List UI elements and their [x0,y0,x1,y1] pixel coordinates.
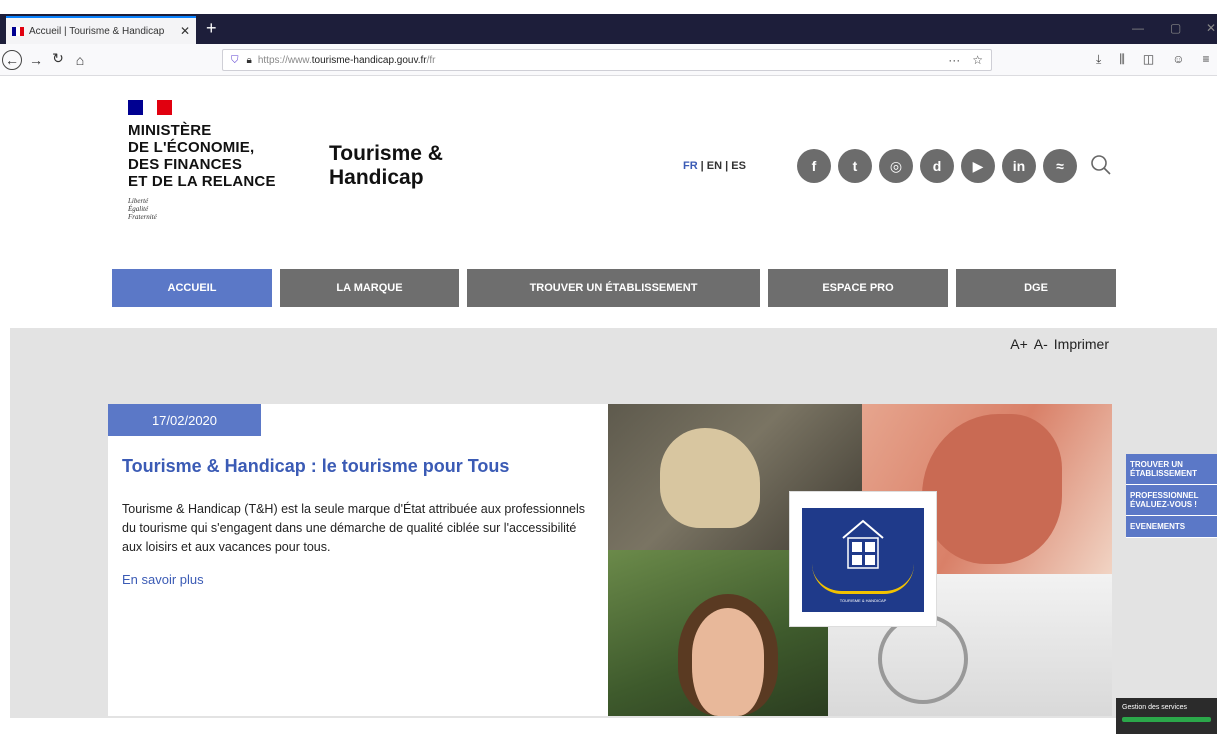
ministry-line: DE L'ÉCONOMIE, [128,139,255,156]
menu-dge[interactable]: DGE [956,269,1116,307]
site-favicon-icon [12,26,24,36]
instagram-icon[interactable]: ◎ [879,149,913,183]
language-switcher: FR | EN | ES [683,160,746,172]
ministry-line: MINISTÈRE [128,122,212,139]
forward-button[interactable]: → [26,50,46,70]
page-tools: A+ A- Imprimer [1010,336,1109,352]
bookmark-star-icon[interactable]: ☆ [972,53,983,67]
logo-text: TOURISME & HANDICAP [839,598,887,603]
lock-icon[interactable]: 🔒︎ [247,55,252,66]
ministry-line: DES FINANCES [128,156,243,173]
sidetab-professionnel[interactable]: PROFESSIONNEL ÉVALUEZ-VOUS ! [1126,485,1217,516]
news-date: 17/02/2020 [108,404,261,436]
tourisme-handicap-logo: TOURISME & HANDICAP [790,492,936,626]
dailymotion-icon[interactable]: d [920,149,954,183]
reload-button[interactable]: ↻ [48,48,68,68]
brand-line: Tourisme & [329,142,443,165]
home-button[interactable]: ⌂ [70,50,90,70]
page-actions-icon[interactable]: ··· [948,53,960,67]
url-host: tourisme-handicap.gouv.fr [311,54,427,66]
news-title[interactable]: Tourisme & Handicap : le tourisme pour T… [122,456,509,477]
minimize-icon[interactable]: — [1132,16,1144,40]
ministry-name[interactable]: MINISTÈRE DE L'ÉCONOMIE, DES FINANCES ET… [128,122,276,190]
tracking-shield-icon[interactable]: ⛉ [231,55,239,66]
lang-en[interactable]: | EN [701,160,722,172]
linkedin-icon[interactable]: in [1002,149,1036,183]
cookie-manager[interactable]: Gestion des services [1116,698,1217,734]
motto-line: Fraternité [128,213,157,221]
rss-icon[interactable]: ≈ [1043,149,1077,183]
sidetab-evenements[interactable]: EVENEMENTS [1126,516,1217,538]
brand-line: Handicap [329,166,424,189]
menu-trouver-etablissement[interactable]: TROUVER UN ÉTABLISSEMENT [467,269,760,307]
close-tab-icon[interactable]: ✕ [180,24,190,38]
cookie-bar [1122,717,1211,722]
browser-tab[interactable]: Accueil | Tourisme & Handicap ✕ [6,16,196,44]
font-increase-button[interactable]: A+ [1010,336,1028,352]
motto-line: Liberté [128,197,149,205]
search-icon[interactable] [1090,154,1112,176]
photo-mosaic: TOURISME & HANDICAP [608,404,1112,716]
main-menu: ACCUEIL LA MARQUE TROUVER UN ÉTABLISSEME… [112,269,1116,307]
menu-espace-pro[interactable]: ESPACE PRO [768,269,948,307]
sidebar-icon[interactable]: ◫ [1143,52,1154,67]
lang-fr[interactable]: FR [683,160,698,172]
back-button[interactable]: ← [2,50,22,70]
social-links: f t ◎ d ▶ in ≈ [797,149,1077,183]
url-path: /fr [426,54,436,66]
cookie-label: Gestion des services [1122,704,1187,711]
window-close-icon[interactable]: ✕ [1206,16,1216,40]
menu-icon[interactable]: ≡ [1202,52,1209,67]
republic-motto: Liberté Égalité Fraternité [128,197,157,221]
new-tab-button[interactable]: + [206,16,217,40]
twitter-icon[interactable]: t [838,149,872,183]
side-tabs: TROUVER UN ÉTABLISSEMENT PROFESSIONNEL É… [1126,454,1217,538]
ministry-line: ET DE LA RELANCE [128,173,276,190]
main-content: A+ A- Imprimer 17/02/2020 Tourisme & Han… [10,328,1217,718]
news-text: Tourisme & Handicap (T&H) est la seule m… [122,502,586,554]
french-flag-icon [128,100,173,115]
font-decrease-button[interactable]: A- [1034,336,1048,352]
url-bar[interactable]: ⛉ 🔒︎ https://www. tourisme-handicap.gouv… [222,49,992,71]
library-icon[interactable]: ⫼ [1119,52,1125,67]
maximize-icon[interactable]: ▢ [1170,16,1181,40]
account-icon[interactable]: ☺ [1172,52,1184,67]
print-button[interactable]: Imprimer [1054,336,1109,352]
tab-title: Accueil | Tourisme & Handicap [29,25,165,37]
url-prefix: https://www. [257,54,312,66]
browser-tabbar: Accueil | Tourisme & Handicap ✕ + — ▢ ✕ [0,14,1217,44]
news-card: 17/02/2020 Tourisme & Handicap : le tour… [108,404,608,716]
menu-la-marque[interactable]: LA MARQUE [280,269,459,307]
youtube-icon[interactable]: ▶ [961,149,995,183]
site-brand[interactable]: Tourisme & Handicap [329,142,443,190]
browser-navbar: ← → ↻ ⌂ ⛉ 🔒︎ https://www. tourisme-handi… [0,44,1217,76]
sidetab-trouver[interactable]: TROUVER UN ÉTABLISSEMENT [1126,454,1217,485]
motto-line: Égalité [128,205,149,213]
menu-accueil[interactable]: ACCUEIL [112,269,272,307]
downloads-icon[interactable]: ⤓ [1096,52,1101,67]
logo-arc [812,564,914,594]
read-more-link[interactable]: En savoir plus [122,572,204,587]
website: MINISTÈRE DE L'ÉCONOMIE, DES FINANCES ET… [0,76,1217,736]
lang-es[interactable]: | ES [725,160,746,172]
facebook-icon[interactable]: f [797,149,831,183]
house-icon [842,519,884,569]
